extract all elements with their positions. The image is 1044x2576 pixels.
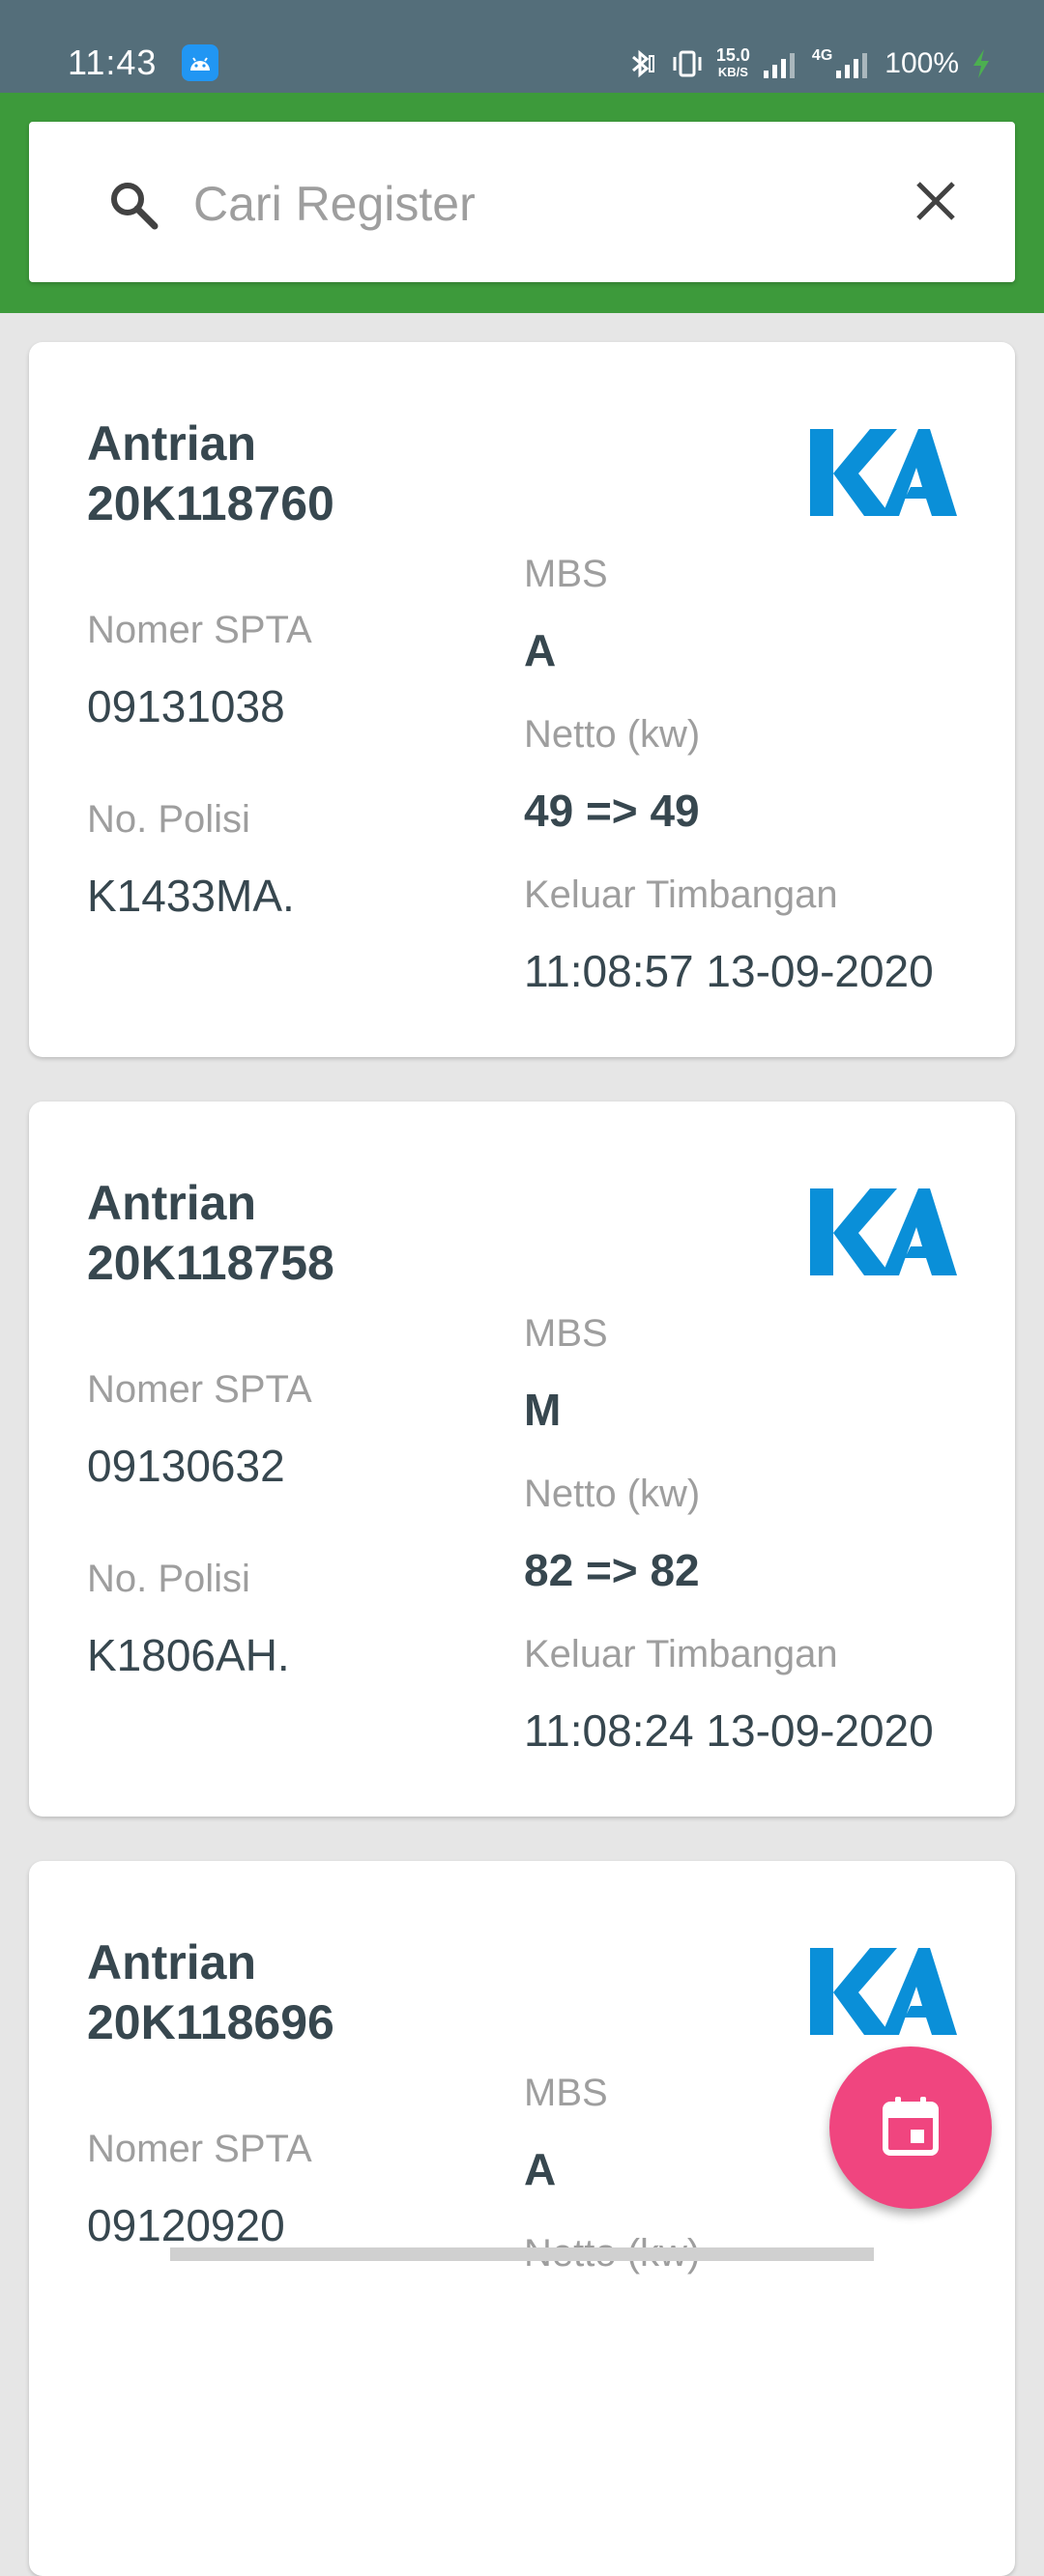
no-polisi-value: K1806AH. xyxy=(87,1630,290,1680)
netto-label: Netto (kw) xyxy=(524,1473,701,1515)
ka-logo xyxy=(810,1188,957,1280)
mbs-label: MBS xyxy=(524,2072,608,2114)
close-icon[interactable] xyxy=(911,176,961,231)
card-title: Antrian 20K118696 xyxy=(87,1932,334,2052)
nomer-spta-value: 09120920 xyxy=(87,2200,285,2250)
nomer-spta-label: Nomer SPTA xyxy=(87,2128,312,2170)
android-icon xyxy=(182,44,218,81)
register-card[interactable]: Antrian 20K118758 Nomer SPTA 09130632 No… xyxy=(29,1102,1015,1817)
status-bar: 11:43 15.0 KB/S 4G 100% xyxy=(0,0,1044,93)
register-card[interactable]: Antrian 20K118760 Nomer SPTA 09131038 No… xyxy=(29,342,1015,1057)
netto-value: 82 => 82 xyxy=(524,1545,700,1595)
keluar-timbangan-label: Keluar Timbangan xyxy=(524,873,838,916)
keluar-timbangan-value: 11:08:24 13-09-2020 xyxy=(524,1705,934,1756)
status-time: 11:43 xyxy=(68,43,158,82)
app-header xyxy=(0,93,1044,313)
card-title-number: 20K118696 xyxy=(87,1995,334,2049)
register-card[interactable]: Antrian 20K118696 Nomer SPTA 09120920 MB… xyxy=(29,1861,1015,2576)
card-title-number: 20K118760 xyxy=(87,476,334,530)
calendar-icon xyxy=(882,2095,940,2161)
mbs-label: MBS xyxy=(524,553,608,595)
speed-unit: KB/S xyxy=(717,65,748,79)
signal-4g-icon: 4G xyxy=(812,47,873,80)
card-title-label: Antrian xyxy=(87,1935,256,1989)
network-type: 4G xyxy=(811,47,833,64)
card-title-label: Antrian xyxy=(87,416,256,471)
mbs-value: A xyxy=(524,2144,557,2194)
speed-value: 15.0 xyxy=(715,45,750,65)
ka-logo xyxy=(810,429,957,521)
nomer-spta-value: 09130632 xyxy=(87,1441,285,1491)
keluar-timbangan-value: 11:08:57 13-09-2020 xyxy=(524,946,934,996)
no-polisi-label: No. Polisi xyxy=(87,798,250,841)
mbs-value: A xyxy=(524,625,557,675)
keluar-timbangan-label: Keluar Timbangan xyxy=(524,1633,838,1675)
nomer-spta-label: Nomer SPTA xyxy=(87,609,312,651)
no-polisi-value: K1433MA. xyxy=(87,871,295,921)
battery-level: 100% xyxy=(884,47,959,79)
bluetooth-icon xyxy=(625,47,658,80)
card-title: Antrian 20K118760 xyxy=(87,414,334,533)
no-polisi-label: No. Polisi xyxy=(87,1558,250,1600)
netto-value: 49 => 49 xyxy=(524,786,700,836)
netto-label: Netto (kw) xyxy=(524,713,701,756)
ka-logo xyxy=(810,1948,957,2040)
search-bar xyxy=(29,122,1015,282)
signal-icon xyxy=(762,47,800,80)
calendar-fab-button[interactable] xyxy=(829,2046,992,2209)
card-title-label: Antrian xyxy=(87,1176,256,1230)
charging-icon xyxy=(971,47,992,80)
nav-gesture-bar xyxy=(170,2247,874,2261)
network-speed: 15.0 KB/S xyxy=(715,45,750,80)
card-title: Antrian 20K118758 xyxy=(87,1173,334,1293)
search-input[interactable] xyxy=(191,160,911,247)
nomer-spta-value: 09131038 xyxy=(87,681,285,731)
nomer-spta-label: Nomer SPTA xyxy=(87,1368,312,1411)
mbs-label: MBS xyxy=(524,1312,608,1355)
search-icon xyxy=(106,178,160,237)
mbs-value: M xyxy=(524,1385,562,1435)
vibrate-icon xyxy=(670,47,705,80)
card-title-number: 20K118758 xyxy=(87,1236,334,1290)
